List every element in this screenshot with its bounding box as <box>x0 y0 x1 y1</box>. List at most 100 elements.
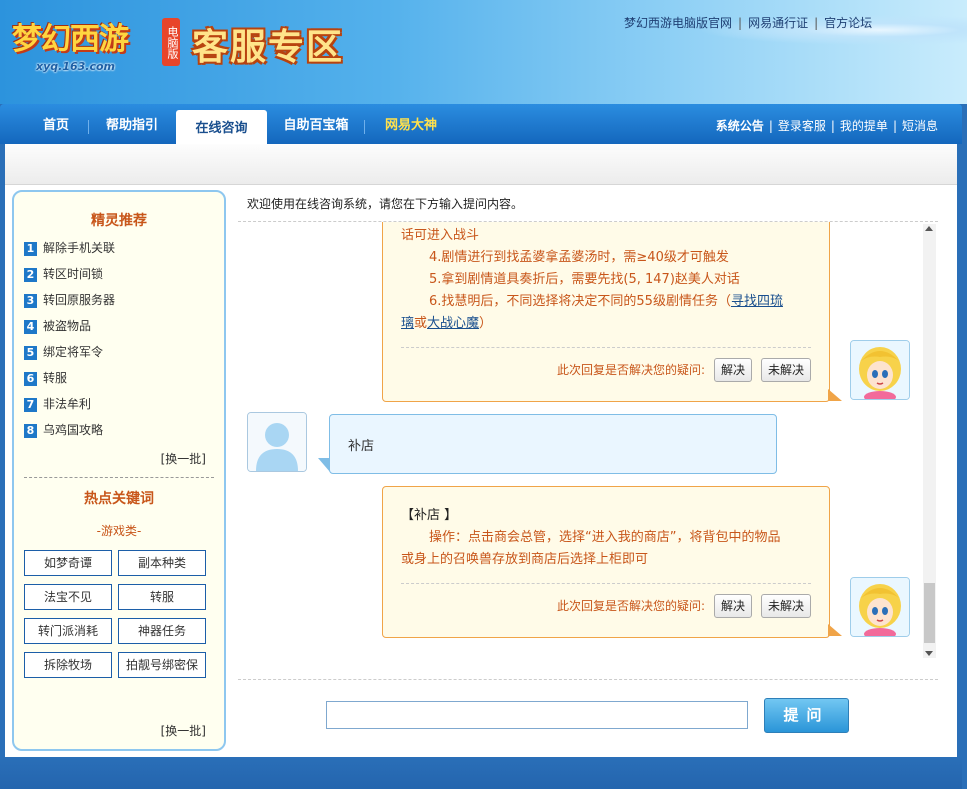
recommend-item[interactable]: 5 绑定将军令 <box>24 342 103 362</box>
zone-title: 客服专区 <box>192 26 345 68</box>
login-service-link[interactable]: 登录客服 <box>778 119 826 133</box>
service-avatar <box>850 340 910 400</box>
item-number: 4 <box>24 319 37 334</box>
separator: | <box>830 119 835 133</box>
forum-link[interactable]: 官方论坛 <box>824 16 872 30</box>
separator: | <box>814 16 819 30</box>
item-number: 8 <box>24 423 37 438</box>
quest-link-1[interactable]: 寻找四琉 <box>731 294 783 309</box>
nav-netease-god[interactable]: 网易大神 <box>368 104 454 144</box>
solved-button[interactable]: 解决 <box>714 358 753 382</box>
user-message-text: 补店 <box>348 439 375 454</box>
item-label: 转区时间锁 <box>43 267 104 281</box>
item-number: 1 <box>24 241 37 256</box>
item-label: 绑定将军令 <box>43 345 104 359</box>
quest-link-1b[interactable]: 璃 <box>401 316 414 331</box>
nav-self-service[interactable]: 自助百宝箱 <box>272 104 360 144</box>
item-number: 3 <box>24 293 37 308</box>
sub-bar <box>5 144 957 185</box>
reply-text: ） <box>479 316 493 331</box>
keyword-button[interactable]: 转服 <box>118 584 206 610</box>
main-nav: 首页 帮助指引 在线咨询 自助百宝箱 网易大神 系统公告 | 登录客服 | 我的提单 | 短… <box>0 104 962 144</box>
logo-badge: 电脑版 <box>162 18 180 66</box>
recommend-item[interactable]: 3 转回原服务器 <box>24 290 115 310</box>
reply-line: 6.找慧明后，不同选择将决定不同的55级剧情任务（寻找四琉 <box>429 291 815 313</box>
keyword-button[interactable]: 转门派消耗 <box>24 618 112 644</box>
divider <box>238 679 938 680</box>
scroll-down-icon[interactable] <box>925 651 933 656</box>
recommend-item[interactable]: 7 非法牟利 <box>24 394 91 414</box>
item-label: 乌鸡国攻略 <box>43 423 104 437</box>
game-logo[interactable]: 梦幻西游 电脑版 xyq.163.com <box>8 10 183 76</box>
reply-line: 话可进入战斗 <box>401 228 480 243</box>
bubble-tail <box>828 624 842 636</box>
reply-line: 4.剧情进行到找孟婆拿孟婆汤时，需≥40级才可触发 <box>429 250 729 265</box>
feedback-question: 此次回复是否解决您的疑问: <box>557 599 706 613</box>
recommend-item[interactable]: 2 转区时间锁 <box>24 264 103 284</box>
item-label: 解除手机关联 <box>43 241 116 255</box>
sidebar: 精灵推荐 1 解除手机关联 2 转区时间锁 3 转回原服务器 4 被盗物品 5 绑定将军令… <box>12 190 226 751</box>
scrollbar-thumb[interactable] <box>924 583 935 643</box>
keyword-button[interactable]: 法宝不见 <box>24 584 112 610</box>
recommend-title: 精灵推荐 <box>91 213 147 229</box>
footer-bar <box>0 757 962 789</box>
feedback-question: 此次回复是否解决您的疑问: <box>557 363 706 377</box>
nav-separator <box>364 120 365 134</box>
nav-online-consult[interactable]: 在线咨询 <box>176 110 267 144</box>
messages-link[interactable]: 短消息 <box>902 119 938 133</box>
divider <box>401 583 811 584</box>
separator: | <box>768 119 773 133</box>
user-silhouette-icon <box>248 413 306 471</box>
scroll-up-icon[interactable] <box>925 226 933 231</box>
recommend-item[interactable]: 1 解除手机关联 <box>24 238 115 258</box>
change-batch-link[interactable]: [换一批] <box>161 450 206 467</box>
recommend-item[interactable]: 4 被盗物品 <box>24 316 91 336</box>
logo-url: xyq.163.com <box>36 60 115 73</box>
logo-text: 梦幻西游 <box>12 22 129 57</box>
question-input[interactable] <box>326 701 748 729</box>
game-category-label: -游戏类- <box>96 524 142 538</box>
nav-separator <box>88 120 89 134</box>
chat-scrollbar[interactable] <box>923 224 936 658</box>
keyword-button[interactable]: 如梦奇谭 <box>24 550 112 576</box>
keyword-button[interactable]: 神器任务 <box>118 618 206 644</box>
change-batch-link-2[interactable]: [换一批] <box>161 722 206 739</box>
item-number: 2 <box>24 267 37 282</box>
passport-link[interactable]: 网易通行证 <box>748 16 808 30</box>
reply-bubble: 【补店 】 操作：点击商会总管，选择“进入我的商店”，将背包中的物品 或身上的召… <box>382 486 830 638</box>
unsolved-button[interactable]: 未解决 <box>761 594 812 618</box>
nav-home[interactable]: 首页 <box>22 104 90 144</box>
fairy-avatar-icon <box>851 341 909 399</box>
official-site-link[interactable]: 梦幻西游电脑版官网 <box>624 16 732 30</box>
reply-line: 或身上的召唤兽存放到商店后选择上柜即可 <box>401 552 649 567</box>
user-message-bubble: 补店 <box>329 414 777 474</box>
recommend-item[interactable]: 6 转服 <box>24 368 67 388</box>
top-links: 梦幻西游电脑版官网 | 网易通行证 | 官方论坛 <box>624 14 872 31</box>
service-avatar <box>850 577 910 637</box>
chat-history[interactable]: 话可进入战斗 4.剧情进行到找孟婆拿孟婆汤时，需≥40级才可触发 5.拿到剧情道… <box>238 222 938 660</box>
unsolved-button[interactable]: 未解决 <box>761 358 812 382</box>
keyword-button[interactable]: 拆除牧场 <box>24 652 112 678</box>
reply-bubble: 话可进入战斗 4.剧情进行到找孟婆拿孟婆汤时，需≥40级才可触发 5.拿到剧情道… <box>382 222 830 402</box>
nav-help[interactable]: 帮助指引 <box>92 104 172 144</box>
quest-link-2[interactable]: 大战心魔 <box>427 316 479 331</box>
hot-keywords-title: 热点关键词 <box>84 491 154 507</box>
recommend-item[interactable]: 8 乌鸡国攻略 <box>24 420 103 440</box>
item-label: 转服 <box>43 371 68 385</box>
item-label: 转回原服务器 <box>43 293 116 307</box>
fairy-avatar-icon <box>851 578 909 636</box>
item-number: 7 <box>24 397 37 412</box>
ask-button[interactable]: 提问 <box>764 698 849 733</box>
my-tickets-link[interactable]: 我的提单 <box>840 119 888 133</box>
user-avatar <box>247 412 307 472</box>
nav-right-links: 系统公告 | 登录客服 | 我的提单 | 短消息 <box>716 104 938 144</box>
reply-text: 6.找慧明后，不同选择将决定不同的55级剧情任务（ <box>429 294 731 309</box>
item-number: 6 <box>24 371 37 386</box>
reply-text: 或 <box>414 316 428 331</box>
keyword-button[interactable]: 拍靓号绑密保 <box>118 652 206 678</box>
solved-button[interactable]: 解决 <box>714 594 753 618</box>
divider <box>401 347 811 348</box>
reply-line: 操作：点击商会总管，选择“进入我的商店”，将背包中的物品 <box>429 530 781 545</box>
system-notice-link[interactable]: 系统公告 <box>716 119 764 133</box>
keyword-button[interactable]: 副本种类 <box>118 550 206 576</box>
